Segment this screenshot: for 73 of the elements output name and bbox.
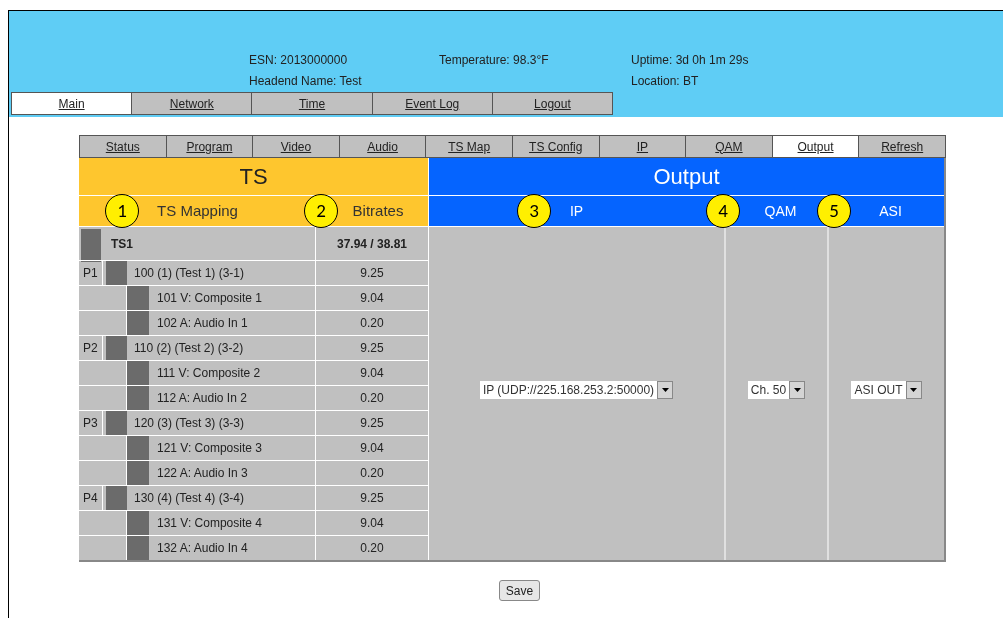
- mapping-handle[interactable]: [127, 536, 149, 560]
- section-tab[interactable]: Output: [772, 136, 860, 157]
- callout-marker: 3: [517, 194, 551, 228]
- mapping-handle[interactable]: [127, 386, 149, 410]
- column-title: IP: [569, 201, 584, 221]
- esn-label: ESN: 2013000000: [249, 52, 349, 69]
- output-dropdown[interactable]: IP (UDP://225.168.253.2:50000): [479, 380, 674, 399]
- bitrate-cell-text: 9.04: [359, 515, 385, 532]
- ts-name: TS1: [111, 235, 133, 253]
- mapping-handle[interactable]: [106, 411, 127, 435]
- caret-icon: [789, 380, 806, 399]
- location-label: Location: BT: [631, 73, 700, 90]
- callout-marker: 2: [304, 194, 338, 228]
- column-title: QAM: [763, 201, 797, 221]
- program-name: 110 (2) (Test 2) (3-2): [134, 340, 244, 357]
- column-title: ASI: [878, 201, 902, 221]
- mapping-handle[interactable]: [106, 261, 127, 285]
- program-tag: P3: [79, 411, 103, 435]
- output-dropdown[interactable]: Ch. 50: [747, 380, 806, 399]
- bitrate-cell-text: 0.20: [359, 315, 385, 332]
- stream-name: 111 V: Composite 2: [157, 365, 261, 382]
- stream-name: 102 A: Audio In 1: [157, 315, 248, 332]
- program-name: 120 (3) (Test 3) (3-3): [134, 415, 245, 432]
- bitrate-cell-text: 9.25: [359, 415, 385, 432]
- stream-name: 131 V: Composite 4: [157, 515, 262, 532]
- bitrate-cell-text: 37.94 / 38.81: [335, 235, 409, 253]
- nav-tab[interactable]: Time: [252, 93, 373, 114]
- mapping-handle[interactable]: [127, 311, 149, 335]
- temperature-label: Temperature: 98.3°F: [439, 53, 549, 67]
- stream-name: 121 V: Composite 3: [157, 440, 262, 457]
- mapping-handle[interactable]: [127, 436, 149, 460]
- bitrate-cell-text: 9.25: [359, 340, 385, 357]
- program-tag: P1: [79, 261, 103, 285]
- bitrate-cell-text: 9.04: [359, 365, 385, 382]
- caret-icon: [657, 380, 674, 399]
- bitrate-cell-text: 0.20: [359, 390, 385, 407]
- ts-title: TS: [79, 158, 428, 196]
- mapping-handle[interactable]: [127, 461, 149, 485]
- program-name: 130 (4) (Test 4) (3-4): [134, 490, 245, 507]
- mapping-handle[interactable]: [106, 486, 127, 510]
- bitrate-cell-text: 9.25: [359, 265, 385, 282]
- mapping-handle[interactable]: [127, 286, 149, 310]
- mapping-handle[interactable]: [81, 229, 101, 262]
- stream-name: 132 A: Audio In 4: [157, 540, 248, 557]
- output-title: Output: [429, 158, 944, 196]
- program-tag: P2: [79, 336, 103, 360]
- uptime-label: Uptime: 3d 0h 1m 29s: [631, 52, 749, 69]
- save-button[interactable]: Save: [498, 580, 541, 601]
- caret-icon: [905, 380, 922, 399]
- bitrate-cell-text: 9.04: [359, 290, 385, 307]
- nav-tab[interactable]: Logout: [492, 93, 612, 114]
- callout-marker: 1: [105, 194, 139, 228]
- bitrate-cell-text: 0.20: [359, 540, 385, 557]
- mapping-handle[interactable]: [106, 336, 127, 360]
- callout-marker: 4: [706, 194, 740, 228]
- mapping-handle[interactable]: [127, 511, 149, 535]
- output-dropdown[interactable]: ASI OUT: [851, 380, 922, 399]
- program-name: 100 (1) (Test 1) (3-1): [134, 265, 245, 282]
- column-title: Bitrates: [351, 200, 404, 221]
- bitrate-cell-text: 9.25: [359, 490, 385, 507]
- nav-tab[interactable]: Event Log: [372, 93, 493, 114]
- mapping-handle[interactable]: [127, 361, 149, 385]
- nav-tab[interactable]: Main: [12, 93, 133, 114]
- headend-name-label: Headend Name: Test: [249, 73, 363, 90]
- stream-name: 122 A: Audio In 3: [157, 465, 248, 482]
- stream-name: 101 V: Composite 1: [157, 290, 262, 307]
- bitrate-cell-text: 0.20: [359, 465, 385, 482]
- bitrate-cell-text: 9.04: [359, 440, 385, 457]
- program-tag: P4: [79, 486, 103, 510]
- nav-tab[interactable]: Network: [132, 93, 253, 114]
- column-title: TS Mapping: [157, 200, 238, 221]
- stream-name: 112 A: Audio In 2: [157, 390, 247, 407]
- callout-marker: 5: [817, 194, 851, 228]
